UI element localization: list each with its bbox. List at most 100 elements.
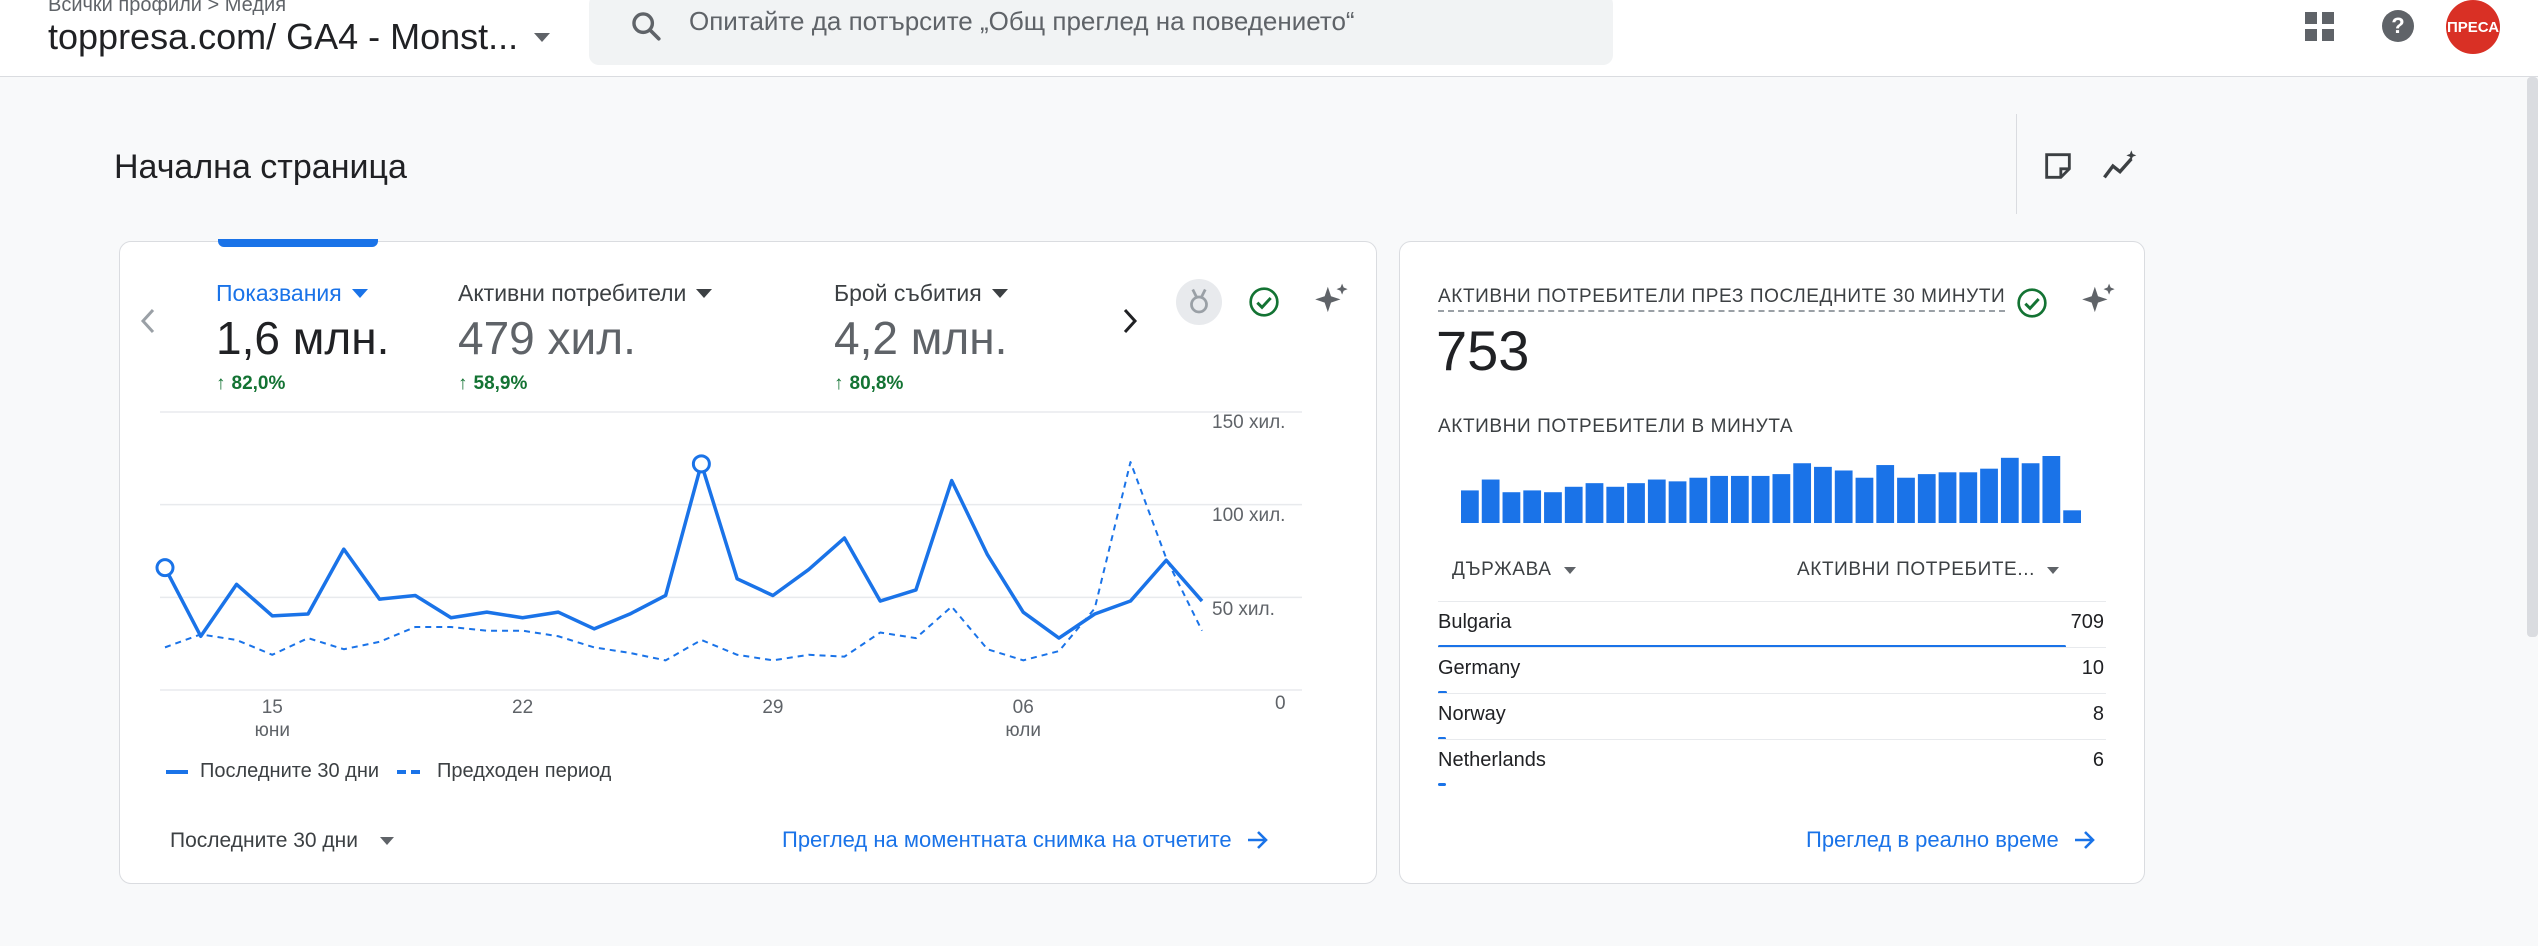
per-minute-bar-chart [1461,456,2081,523]
minute-bar[interactable] [1481,479,1500,523]
metric-active-users-label: Активни потребители [458,280,687,306]
view-realtime-link[interactable]: Преглед в реално време [1806,827,2097,853]
metric-event-count[interactable]: Брой събития 4,2 млн. ↑ 80,8% [834,280,1008,395]
realtime-active-users-count: 753 [1436,319,1530,382]
search-icon [632,12,661,41]
page-title: Начална страница [114,148,407,186]
x-tick-label: 22 [512,697,534,718]
property-name: toppresa.com/ GA4 - Monst... [48,16,519,57]
minute-bar[interactable] [2021,463,2040,523]
minute-bar[interactable] [1606,486,1625,523]
sparkle-icon[interactable] [2079,282,2117,320]
minute-bar[interactable] [2000,457,2019,523]
minute-bar[interactable] [2042,456,2061,523]
legend-current-period: Последните 30 дни [200,760,380,782]
country-users: 8 [2092,703,2104,725]
minute-bar[interactable] [1980,468,1998,523]
minute-bar[interactable] [1855,477,1874,523]
view-snapshot-link-label: Преглед на моментната снимка на отчетите [782,827,1232,852]
help-icon[interactable]: ? [2379,0,2417,52]
metric-views-value: 1,6 млн. [216,312,390,364]
check-circle-icon [1249,287,1279,317]
chevron-down-icon [351,289,368,298]
minute-bar[interactable] [1834,470,1853,523]
minute-bar[interactable] [1502,492,1521,523]
minute-bar[interactable] [1627,483,1645,523]
per-minute-label: АКТИВНИ ПОТРЕБИТЕЛИ В МИНУТА [1438,416,1794,437]
minute-bar[interactable] [1730,475,1749,523]
minute-bar[interactable] [1917,474,1936,523]
minute-bar[interactable] [1876,465,1895,523]
search-bar[interactable] [589,0,1613,65]
data-point-marker[interactable] [691,454,711,474]
minute-bar[interactable] [1814,466,1832,523]
breadcrumb-media[interactable]: Медия [225,0,286,16]
legend-solid-line-icon [166,769,188,774]
sparkle-icon[interactable] [1312,282,1350,320]
minute-bar[interactable] [1793,463,1812,523]
metric-active-users-value: 479 хил. [458,312,636,364]
svg-text:?: ? [2391,13,2404,38]
chevron-down-icon [696,289,713,298]
check-circle-icon [2017,288,2047,318]
minute-bar[interactable] [1751,475,1770,523]
breadcrumb: Всички профили > Медия [48,0,286,17]
search-input[interactable] [689,4,1569,38]
page-scrollbar[interactable] [2527,77,2538,637]
metric-views[interactable]: Показвания 1,6 млн. ↑ 82,0% [216,280,389,395]
date-range-label: Последните 30 дни [170,829,358,852]
country-users: 709 [2070,611,2104,633]
breadcrumb-all-profiles[interactable]: Всички профили [48,0,202,16]
country-name: Netherlands [1438,749,1546,771]
minute-bar[interactable] [1668,481,1687,523]
chevron-down-icon [991,289,1008,298]
minute-bar[interactable] [1959,472,1978,523]
minute-bar[interactable] [1585,483,1604,523]
metric-views-change: 82,0% [231,373,286,394]
view-snapshot-link[interactable]: Преглед на моментната снимка на отчетите [782,827,1270,853]
data-quality-button[interactable] [1241,279,1287,325]
arrow-right-icon [1247,831,1268,849]
metric-views-label: Показвания [216,280,342,306]
country-name: Bulgaria [1438,611,1512,633]
minute-bar[interactable] [1461,490,1479,523]
minute-bar[interactable] [1564,486,1583,523]
table-row[interactable]: Norway 8 [1438,693,2106,740]
country-column-header[interactable]: ДЪРЖАВА [1452,559,1576,581]
date-range-selector[interactable]: Последните 30 дни [170,829,394,853]
avatar[interactable]: ПРЕСА [2446,0,2500,54]
minute-bar[interactable] [1523,490,1542,523]
realtime-title[interactable]: АКТИВНИ ПОТРЕБИТЕЛИ ПРЕЗ ПОСЛЕДНИТЕ 30 М… [1438,286,2006,312]
chevron-left-icon[interactable] [138,306,158,336]
medal-button[interactable] [1176,279,1222,325]
metric-event-count-value: 4,2 млн. [834,312,1008,364]
metric-event-count-label: Брой събития [834,280,982,306]
metric-active-users[interactable]: Активни потребители 479 хил. ↑ 58,9% [458,280,713,395]
minute-bar[interactable] [1772,474,1791,523]
minute-bar[interactable] [1710,475,1728,523]
apps-grid-icon[interactable] [2303,0,2337,52]
insights-icon[interactable] [2101,149,2139,183]
property-selector[interactable]: toppresa.com/ GA4 - Monst... [48,16,551,58]
chevron-down-icon [2046,566,2059,574]
y-tick-label: 0 [1275,693,1286,714]
realtime-data-quality-button[interactable] [2009,280,2055,326]
annotation-icon[interactable] [2041,149,2075,183]
table-row[interactable]: Netherlands 6 [1438,739,2106,786]
minute-bar[interactable] [1689,477,1708,523]
minute-bar[interactable] [1897,477,1915,523]
minute-bar[interactable] [1647,479,1666,523]
users-column-header[interactable]: АКТИВНИ ПОТРЕБИТЕ... [1797,559,2059,581]
table-row[interactable]: Germany 10 [1438,647,2106,694]
chevron-down-icon [534,32,551,42]
metric-active-users-change: 58,9% [473,373,528,394]
metric-event-count-change: 80,8% [849,373,904,394]
chevron-right-icon[interactable] [1120,306,1140,336]
arrow-up-icon: ↑ [458,373,468,394]
minute-bar[interactable] [2063,510,2081,523]
toolbar-divider [2016,114,2017,214]
table-row[interactable]: Bulgaria 709 [1438,601,2106,648]
minute-bar[interactable] [1544,492,1562,523]
minute-bar[interactable] [1938,472,1957,523]
data-point-marker[interactable] [155,558,175,578]
